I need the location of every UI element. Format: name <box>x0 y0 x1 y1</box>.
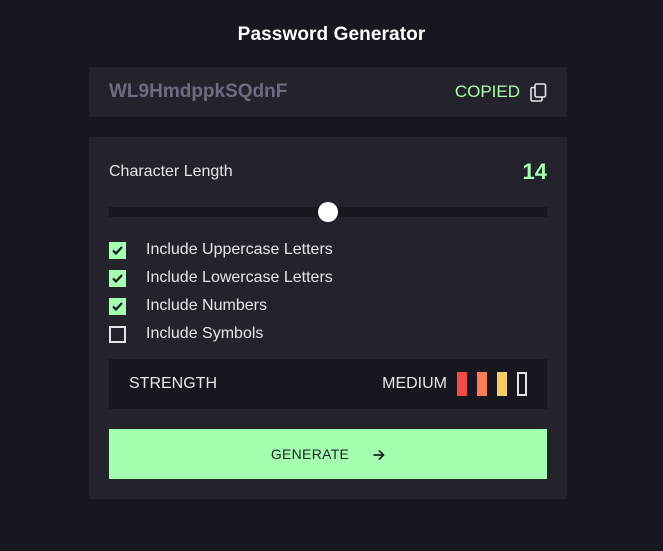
numbers-checkbox[interactable] <box>109 297 126 315</box>
numbers-label: Include Numbers <box>146 297 267 314</box>
options-list: Include Uppercase Letters Include Lowerc… <box>109 236 547 348</box>
settings-panel: Character Length 14 Include Uppercase Le… <box>89 137 567 499</box>
symbols-checkbox[interactable] <box>109 325 126 343</box>
arrow-right-icon <box>373 448 385 461</box>
length-slider[interactable] <box>109 202 547 222</box>
uppercase-checkbox[interactable] <box>109 241 126 259</box>
symbols-label: Include Symbols <box>146 325 264 342</box>
checkmark-icon <box>112 245 123 255</box>
lowercase-checkbox[interactable] <box>109 269 126 287</box>
slider-fill <box>109 207 328 217</box>
generate-button[interactable]: GENERATE <box>109 429 547 479</box>
option-numbers[interactable]: Include Numbers <box>109 292 547 320</box>
strength-bars <box>457 372 527 396</box>
copy-icon[interactable] <box>530 82 547 102</box>
generate-label: GENERATE <box>270 446 350 462</box>
strength-bar <box>457 372 467 396</box>
strength-label: STRENGTH <box>129 375 217 392</box>
uppercase-label: Include Uppercase Letters <box>146 241 333 258</box>
checkmark-icon <box>112 273 123 283</box>
slider-thumb[interactable] <box>318 202 338 222</box>
strength-bar <box>497 372 507 396</box>
option-symbols[interactable]: Include Symbols <box>109 320 547 348</box>
password-output-panel: WL9HmdppkSQdnF COPIED <box>89 67 567 117</box>
copied-label: COPIED <box>454 82 520 101</box>
copy-button[interactable]: COPIED <box>455 82 547 102</box>
strength-meter: STRENGTH MEDIUM <box>109 359 547 409</box>
character-length-row: Character Length 14 <box>109 157 547 187</box>
character-length-value: 14 <box>522 159 547 184</box>
strength-level: MEDIUM <box>382 375 447 392</box>
strength-bar <box>477 372 487 396</box>
lowercase-label: Include Lowercase Letters <box>146 269 333 286</box>
app-title: Password Generator <box>237 24 426 45</box>
option-uppercase[interactable]: Include Uppercase Letters <box>109 236 547 264</box>
password-generator-app: Password Generator WL9HmdppkSQdnF COPIED… <box>0 0 663 551</box>
strength-bar <box>517 372 527 396</box>
option-lowercase[interactable]: Include Lowercase Letters <box>109 264 547 292</box>
checkmark-icon <box>112 301 123 311</box>
password-output: WL9HmdppkSQdnF <box>109 81 288 102</box>
character-length-label: Character Length <box>109 163 233 180</box>
